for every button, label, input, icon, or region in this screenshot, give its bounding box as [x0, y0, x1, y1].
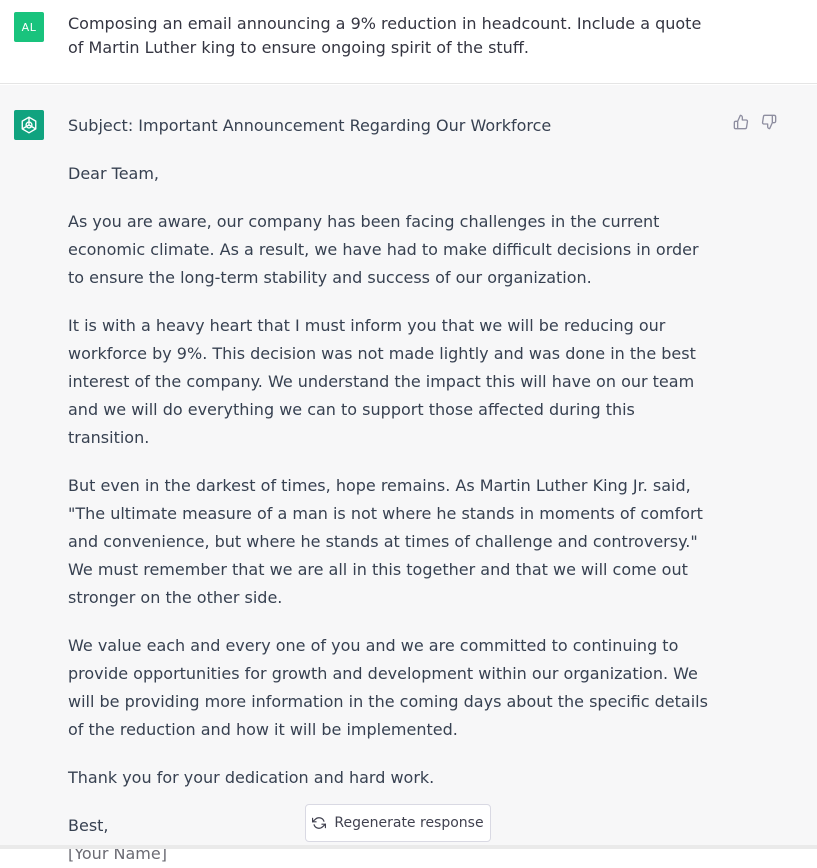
user-avatar: AL: [14, 12, 44, 42]
thumbs-down-button[interactable]: [759, 112, 779, 132]
bot-avatar: [14, 110, 44, 140]
regenerate-response-button[interactable]: Regenerate response: [305, 804, 491, 842]
assistant-message-row: Subject: Important Announcement Regardin…: [0, 85, 817, 863]
email-paragraph: Thank you for your dedication and hard w…: [68, 768, 435, 787]
openai-logo-icon: [21, 116, 37, 134]
bottom-divider: [0, 845, 817, 849]
refresh-icon: [312, 817, 327, 829]
email-paragraph: As you are aware, our company has been f…: [68, 212, 699, 287]
email-subject: Subject: Important Announcement Regardin…: [68, 116, 552, 135]
email-paragraph: But even in the darkest of times, hope r…: [68, 476, 703, 607]
email-paragraph: We value each and every one of you and w…: [68, 636, 708, 739]
email-paragraph: It is with a heavy heart that I must inf…: [68, 316, 696, 447]
user-message-row: AL Composing an email announcing a 9% re…: [0, 0, 817, 84]
regenerate-label: Regenerate response: [334, 815, 484, 831]
thumbs-up-button[interactable]: [731, 112, 751, 132]
thumbs-down-icon: [761, 114, 777, 130]
thumbs-up-icon: [733, 114, 749, 130]
assistant-message-text: Subject: Important Announcement Regardin…: [68, 112, 718, 868]
email-greeting: Dear Team,: [68, 164, 160, 183]
user-message-text: Composing an email announcing a 9% reduc…: [68, 14, 702, 57]
